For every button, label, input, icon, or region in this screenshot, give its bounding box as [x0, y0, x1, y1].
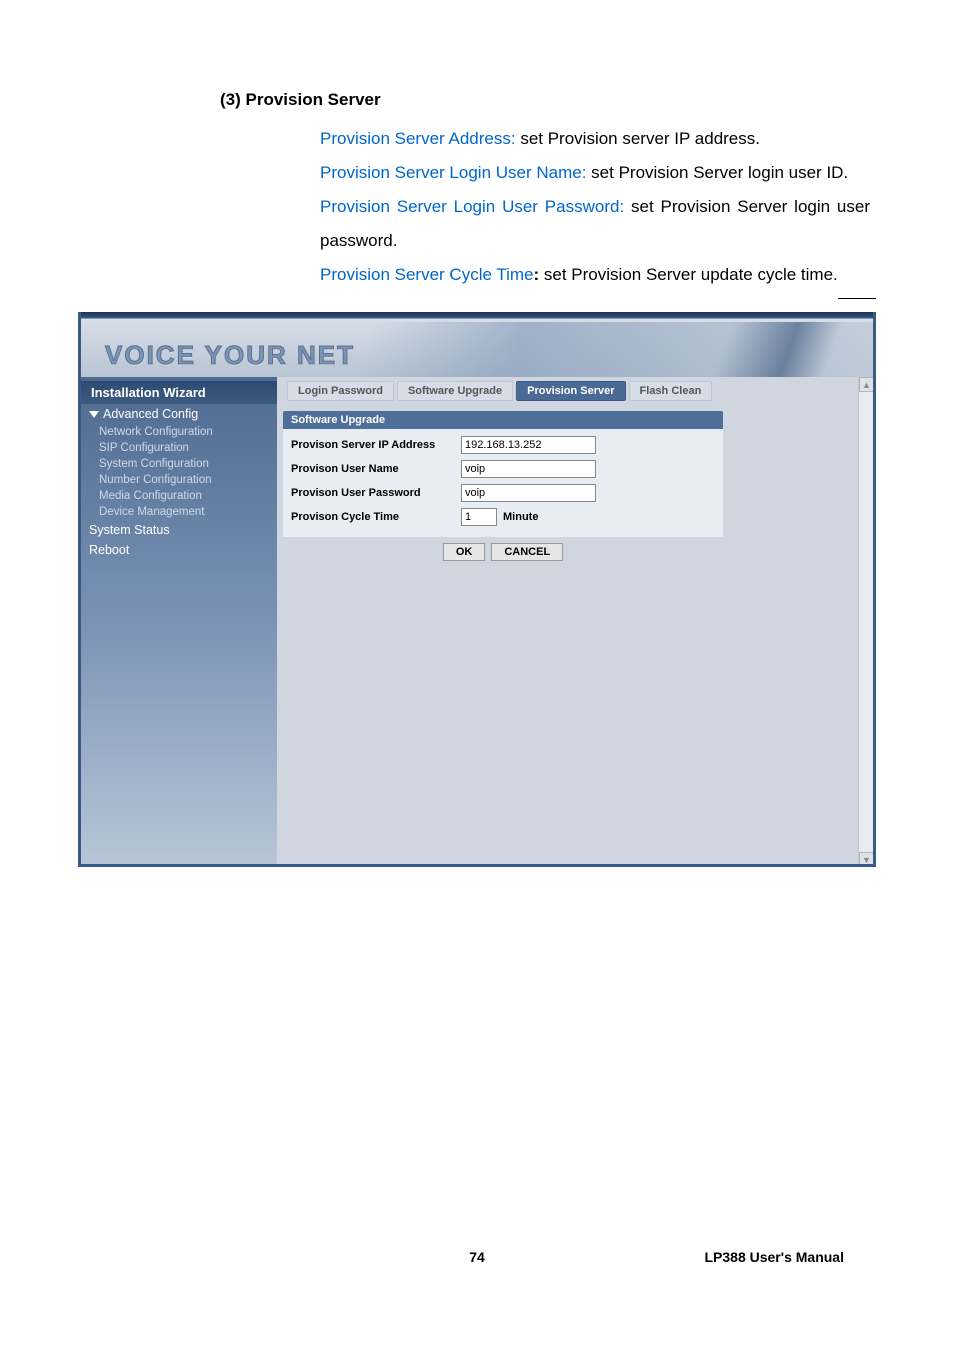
banner-stripe2 — [713, 322, 843, 377]
text-username: set Provision Server login user ID. — [586, 163, 848, 182]
input-provision-user[interactable] — [461, 460, 596, 478]
sidebar-group-label: Advanced Config — [103, 407, 198, 421]
tab-flash-clean[interactable]: Flash Clean — [629, 381, 713, 401]
sidebar-system-status[interactable]: System Status — [81, 520, 277, 540]
input-provision-pw[interactable] — [461, 484, 596, 502]
sidebar-installation-wizard[interactable]: Installation Wizard — [81, 381, 277, 404]
label-password: Provision Server Login User Password: — [320, 197, 624, 216]
desc-line-3: Provision Server Login User Password: se… — [320, 190, 870, 258]
main-panel: ▲ ▼ Login Password Software Upgrade Prov… — [277, 377, 873, 867]
sidebar-item-device-mgmt[interactable]: Device Management — [81, 504, 277, 520]
desc-line-1: Provision Server Address: set Provision … — [320, 122, 870, 156]
scroll-down-icon[interactable]: ▼ — [859, 852, 874, 867]
tab-login-password[interactable]: Login Password — [287, 381, 394, 401]
small-rule — [838, 298, 876, 299]
label-provision-cycle: Provison Cycle Time — [291, 511, 461, 523]
sidebar-reboot-label: Reboot — [89, 543, 129, 557]
label-address: Provision Server Address: — [320, 129, 520, 148]
screenshot-frame: VOICE YOUR NET Installation Wizard Advan… — [78, 312, 876, 867]
tab-software-upgrade[interactable]: Software Upgrade — [397, 381, 513, 401]
form-header: Software Upgrade — [283, 411, 723, 429]
sidebar-item-network-config[interactable]: Network Configuration — [81, 424, 277, 440]
ok-button[interactable]: OK — [443, 543, 486, 561]
sidebar-status-label: System Status — [89, 523, 170, 537]
label-minute: Minute — [503, 511, 538, 523]
page-footer: 74 LP388 User's Manual — [0, 1249, 954, 1265]
tab-provision-server[interactable]: Provision Server — [516, 381, 625, 401]
input-provision-ip[interactable] — [461, 436, 596, 454]
manual-title: LP388 User's Manual — [704, 1249, 844, 1265]
scrollbar[interactable]: ▲ ▼ — [858, 377, 873, 867]
page-number: 74 — [469, 1249, 485, 1265]
description-block: Provision Server Address: set Provision … — [320, 122, 870, 292]
desc-line-4: Provision Server Cycle Time: set Provisi… — [320, 258, 870, 292]
cancel-button[interactable]: CANCEL — [491, 543, 563, 561]
sidebar-item-sip-config[interactable]: SIP Configuration — [81, 440, 277, 456]
form-panel: Provison Server IP Address Provison User… — [283, 429, 723, 537]
sidebar: Installation Wizard Advanced Config Netw… — [81, 377, 277, 867]
label-provision-ip: Provison Server IP Address — [291, 439, 461, 451]
tabs: Login Password Software Upgrade Provisio… — [287, 381, 867, 401]
section-heading: (3) Provision Server — [220, 90, 874, 110]
banner-text: VOICE YOUR NET — [105, 340, 355, 377]
sidebar-item-system-config[interactable]: System Configuration — [81, 456, 277, 472]
label-username: Provision Server Login User Name: — [320, 163, 586, 182]
banner: VOICE YOUR NET — [81, 312, 873, 377]
text-cycle: set Provision Server update cycle time. — [539, 265, 838, 284]
chevron-down-icon — [89, 411, 99, 418]
sidebar-item-number-config[interactable]: Number Configuration — [81, 472, 277, 488]
label-provision-pw: Provison User Password — [291, 487, 461, 499]
label-cycle: Provision Server Cycle Time — [320, 265, 534, 284]
sidebar-advanced-config[interactable]: Advanced Config — [81, 404, 277, 424]
sidebar-reboot[interactable]: Reboot — [81, 540, 277, 560]
sidebar-item-media-config[interactable]: Media Configuration — [81, 488, 277, 504]
desc-line-2: Provision Server Login User Name: set Pr… — [320, 156, 870, 190]
text-address: set Provision server IP address. — [520, 129, 760, 148]
input-provision-cycle[interactable] — [461, 508, 497, 526]
scroll-up-icon[interactable]: ▲ — [859, 377, 874, 392]
label-provision-user: Provison User Name — [291, 463, 461, 475]
